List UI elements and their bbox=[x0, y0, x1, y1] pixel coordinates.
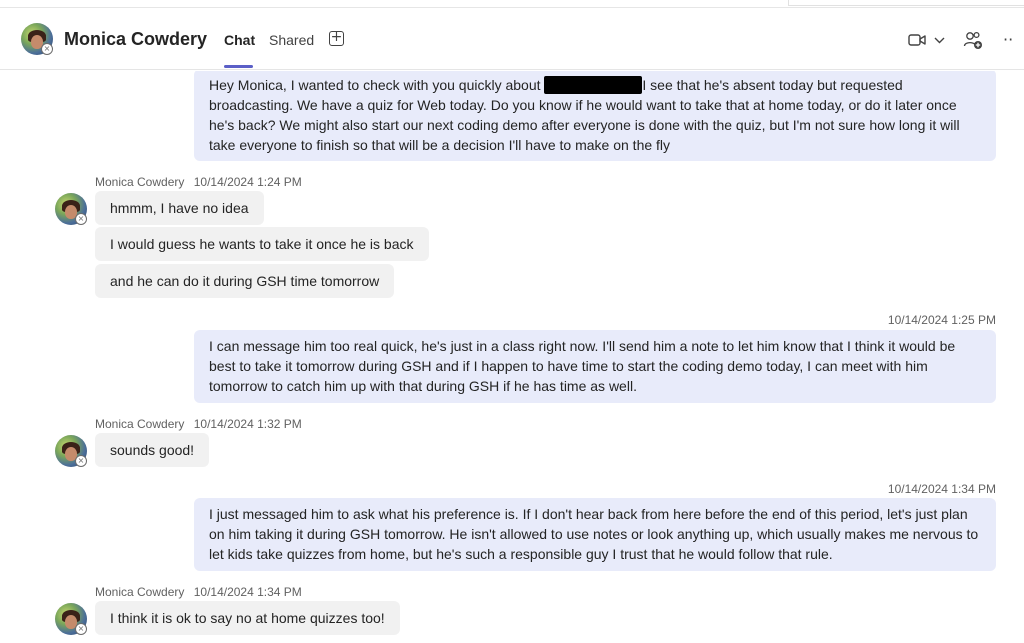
status-icon: × bbox=[41, 43, 53, 55]
sender-name: Monica Cowdery bbox=[95, 175, 185, 189]
incoming-message[interactable]: hmmm, I have no idea bbox=[95, 191, 264, 225]
contact-name[interactable]: Monica Cowdery bbox=[64, 29, 207, 50]
tab-chat-active-indicator bbox=[224, 65, 253, 68]
sender-name: Monica Cowdery bbox=[95, 417, 185, 431]
message-text: I can message him too real quick, he's j… bbox=[209, 338, 956, 394]
message-timestamp: 10/14/2024 1:34 PM bbox=[193, 585, 302, 599]
outgoing-message[interactable]: Hey Monica, I wanted to check with you q… bbox=[194, 71, 996, 161]
status-icon: × bbox=[75, 455, 87, 467]
add-people-icon[interactable] bbox=[963, 30, 983, 50]
chat-header: × Monica Cowdery Chat Shared + ·· bbox=[0, 8, 1024, 70]
message-timestamp: 10/14/2024 1:24 PM bbox=[193, 175, 302, 189]
add-tab-icon[interactable]: + bbox=[329, 30, 344, 46]
video-call-icon[interactable] bbox=[908, 33, 926, 47]
incoming-message[interactable]: I think it is ok to say no at home quizz… bbox=[95, 601, 400, 635]
message-meta: Monica Cowdery 10/14/2024 1:32 PM bbox=[95, 417, 302, 431]
status-icon: × bbox=[75, 213, 87, 225]
chevron-down-icon[interactable] bbox=[934, 36, 945, 44]
message-text: I just messaged him to ask what his pref… bbox=[209, 506, 979, 562]
message-meta: Monica Cowdery 10/14/2024 1:34 PM bbox=[95, 585, 302, 599]
more-options-icon[interactable]: ·· bbox=[1003, 30, 1013, 49]
outgoing-message[interactable]: I can message him too real quick, he's j… bbox=[194, 330, 996, 403]
message-timestamp: 10/14/2024 1:34 PM bbox=[887, 482, 996, 496]
status-icon: × bbox=[75, 623, 87, 635]
message-text: Hey Monica, I wanted to check with you q… bbox=[209, 77, 541, 93]
message-timestamp: 10/14/2024 1:25 PM bbox=[887, 313, 996, 327]
incoming-message[interactable]: and he can do it during GSH time tomorro… bbox=[95, 264, 395, 298]
outgoing-message[interactable]: I just messaged him to ask what his pref… bbox=[194, 498, 996, 571]
teams-chat-window: × Monica Cowdery Chat Shared + ·· Hey Mo… bbox=[0, 0, 1024, 643]
sender-name: Monica Cowdery bbox=[95, 585, 185, 599]
incoming-message[interactable]: I would guess he wants to take it once h… bbox=[95, 227, 429, 261]
top-right-panel-edge bbox=[788, 0, 1024, 6]
message-meta: Monica Cowdery 10/14/2024 1:24 PM bbox=[95, 175, 302, 189]
incoming-message[interactable]: sounds good! bbox=[95, 433, 210, 467]
tab-chat[interactable]: Chat bbox=[224, 32, 255, 48]
message-timestamp: 10/14/2024 1:32 PM bbox=[193, 417, 302, 431]
tab-shared[interactable]: Shared bbox=[269, 32, 314, 48]
message-list[interactable]: Hey Monica, I wanted to check with you q… bbox=[0, 71, 1024, 643]
redacted-block bbox=[544, 76, 643, 94]
